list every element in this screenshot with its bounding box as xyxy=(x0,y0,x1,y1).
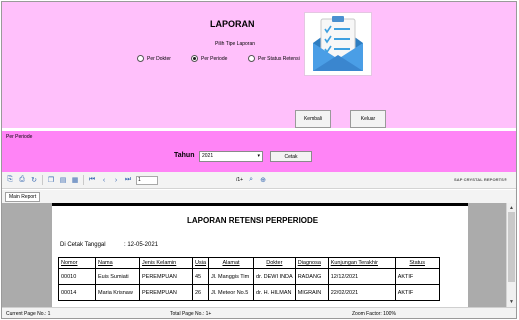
table-cell: Euis Sumiati xyxy=(95,268,140,285)
toolbar-divider xyxy=(42,175,43,185)
vertical-scrollbar[interactable]: ▲ ▼ xyxy=(506,203,516,307)
table-cell: Maria Krisnaw xyxy=(95,284,140,301)
refresh-icon[interactable]: ↻ xyxy=(30,176,38,184)
binoculars-icon[interactable]: ⌕ xyxy=(247,176,255,184)
table-row: 00014 Maria Krisnaw PEREMPUAN 26 Jl. Met… xyxy=(58,284,440,301)
year-select[interactable]: 2021 ▾ xyxy=(199,151,263,162)
tab-main-report[interactable]: Main Report xyxy=(5,192,41,202)
table-cell: 12/12/2021 xyxy=(328,268,396,285)
radio-per-dokter[interactable]: Per Dokter xyxy=(137,55,171,62)
table-row: 00010 Euis Sumiati PEREMPUAN 45 Jl. Mang… xyxy=(58,268,440,285)
column-header: Diagnosa xyxy=(295,257,329,269)
page-number-input[interactable]: 1 xyxy=(136,175,158,185)
scroll-down-icon[interactable]: ▼ xyxy=(509,299,514,305)
table-cell: AKTIF xyxy=(395,268,440,285)
column-header: Nomor xyxy=(58,257,96,269)
next-page-icon[interactable]: › xyxy=(112,176,120,184)
copy-icon[interactable]: ❐ xyxy=(47,176,55,184)
radio-button[interactable] xyxy=(248,55,255,62)
radio-per-status-retensi[interactable]: Per Status Retensi xyxy=(248,55,300,62)
toolbar-divider xyxy=(83,175,84,185)
first-page-icon[interactable]: ⏮ xyxy=(88,176,96,184)
filter-caption: Per Periode xyxy=(6,134,33,140)
report-viewer[interactable]: LAPORAN RETENSI PERPERIODE Di Cetak Tang… xyxy=(2,203,516,307)
previous-page-icon[interactable]: ‹ xyxy=(100,176,108,184)
total-page-status: Total Page No.: 1+ xyxy=(170,311,212,317)
year-value: 2021 xyxy=(202,153,214,159)
table-cell: 26 xyxy=(192,284,210,301)
table-cell: PEREMPUAN xyxy=(139,284,193,301)
clipboard-envelope-icon xyxy=(304,12,372,76)
scroll-thumb[interactable] xyxy=(508,212,515,282)
table-cell: Jl. Meteor No.5 xyxy=(208,284,255,301)
table-cell: AKTIF xyxy=(395,284,440,301)
viewer-margin-left xyxy=(2,203,52,307)
year-label: Tahun xyxy=(174,152,195,159)
column-header: Usia xyxy=(192,257,210,269)
table-header-row: Nomor Nama Jenis Kelamin Usia Alamat Dok… xyxy=(58,257,440,269)
radio-label: Per Status Retensi xyxy=(258,55,300,62)
radio-button[interactable] xyxy=(191,55,198,62)
radio-button[interactable] xyxy=(137,55,144,62)
table-cell: 00014 xyxy=(58,284,96,301)
exit-button[interactable]: Keluar xyxy=(350,110,386,128)
parameters-icon[interactable]: ▦ xyxy=(71,176,79,184)
report-table: Nomor Nama Jenis Kelamin Usia Alamat Dok… xyxy=(58,257,440,301)
print-date-value: : 12-05-2021 xyxy=(124,242,159,248)
report-type-panel: LAPORAN Pilih Tipe Laporan Per Dokter Pe… xyxy=(2,2,516,128)
back-button[interactable]: Kembali xyxy=(295,110,331,128)
print-date-label: Di Cetak Tanggal xyxy=(60,242,106,248)
zoom-status: Zoom Factor: 100% xyxy=(352,311,396,317)
table-cell: 00010 xyxy=(58,268,96,285)
column-header: Dokter xyxy=(253,257,296,269)
scroll-up-icon[interactable]: ▲ xyxy=(509,205,514,211)
radio-per-periode[interactable]: Per Periode xyxy=(191,55,227,62)
period-filter-panel: Per Periode Tahun 2021 ▾ Cetak xyxy=(2,131,516,172)
last-page-icon[interactable]: ⏭ xyxy=(124,176,132,184)
table-cell: dr. DEWI INDA xyxy=(253,268,296,285)
report-window: LAPORAN Pilih Tipe Laporan Per Dokter Pe… xyxy=(1,1,517,319)
page-total: /1+ xyxy=(236,177,244,183)
radio-label: Per Periode xyxy=(201,55,228,62)
group-tree-icon[interactable]: ▤ xyxy=(59,176,67,184)
clipboard-envelope-graphic xyxy=(313,16,363,71)
sap-brand-label: SAP CRYSTAL REPORTS® xyxy=(453,177,507,182)
report-title: LAPORAN RETENSI PERPERIODE xyxy=(187,216,319,225)
page-title: LAPORAN xyxy=(210,19,255,29)
viewer-margin-right xyxy=(468,203,506,307)
export-icon[interactable]: ⎘ xyxy=(6,176,14,184)
report-type-label: Pilih Tipe Laporan xyxy=(215,41,256,47)
column-header: Alamat xyxy=(208,257,255,269)
table-cell: dr. H. HILMAN xyxy=(253,284,296,301)
report-page: LAPORAN RETENSI PERPERIODE Di Cetak Tang… xyxy=(52,203,468,307)
printer-icon[interactable]: ⎙ xyxy=(18,176,26,184)
table-cell: RADANG xyxy=(295,268,329,285)
radio-label: Per Dokter xyxy=(147,55,171,62)
table-cell: 45 xyxy=(192,268,210,285)
report-tab-strip: Main Report xyxy=(2,190,516,203)
table-cell: MIGRAIN xyxy=(295,284,329,301)
chevron-down-icon[interactable]: ▾ xyxy=(257,152,260,161)
current-page-status: Current Page No.: 1 xyxy=(6,311,51,317)
column-header: Status xyxy=(395,257,440,269)
column-header: Jenis Kelamin xyxy=(139,257,193,269)
table-cell: PEREMPUAN xyxy=(139,268,193,285)
table-cell: 22/02/2021 xyxy=(328,284,396,301)
report-viewer-toolbar: ⎘ ⎙ ↻ ❐ ▤ ▦ ⏮ ‹ › ⏭ 1 /1+ ⌕ ⊕ SAP CRYSTA… xyxy=(2,172,516,189)
print-button[interactable]: Cetak xyxy=(270,151,312,162)
table-cell: Jl. Manggis Tim xyxy=(208,268,255,285)
column-header: Nama xyxy=(95,257,140,269)
zoom-icon[interactable]: ⊕ xyxy=(259,176,267,184)
column-header: Kunjungan Terakhir xyxy=(328,257,396,269)
status-bar: Current Page No.: 1 Total Page No.: 1+ Z… xyxy=(2,307,516,318)
